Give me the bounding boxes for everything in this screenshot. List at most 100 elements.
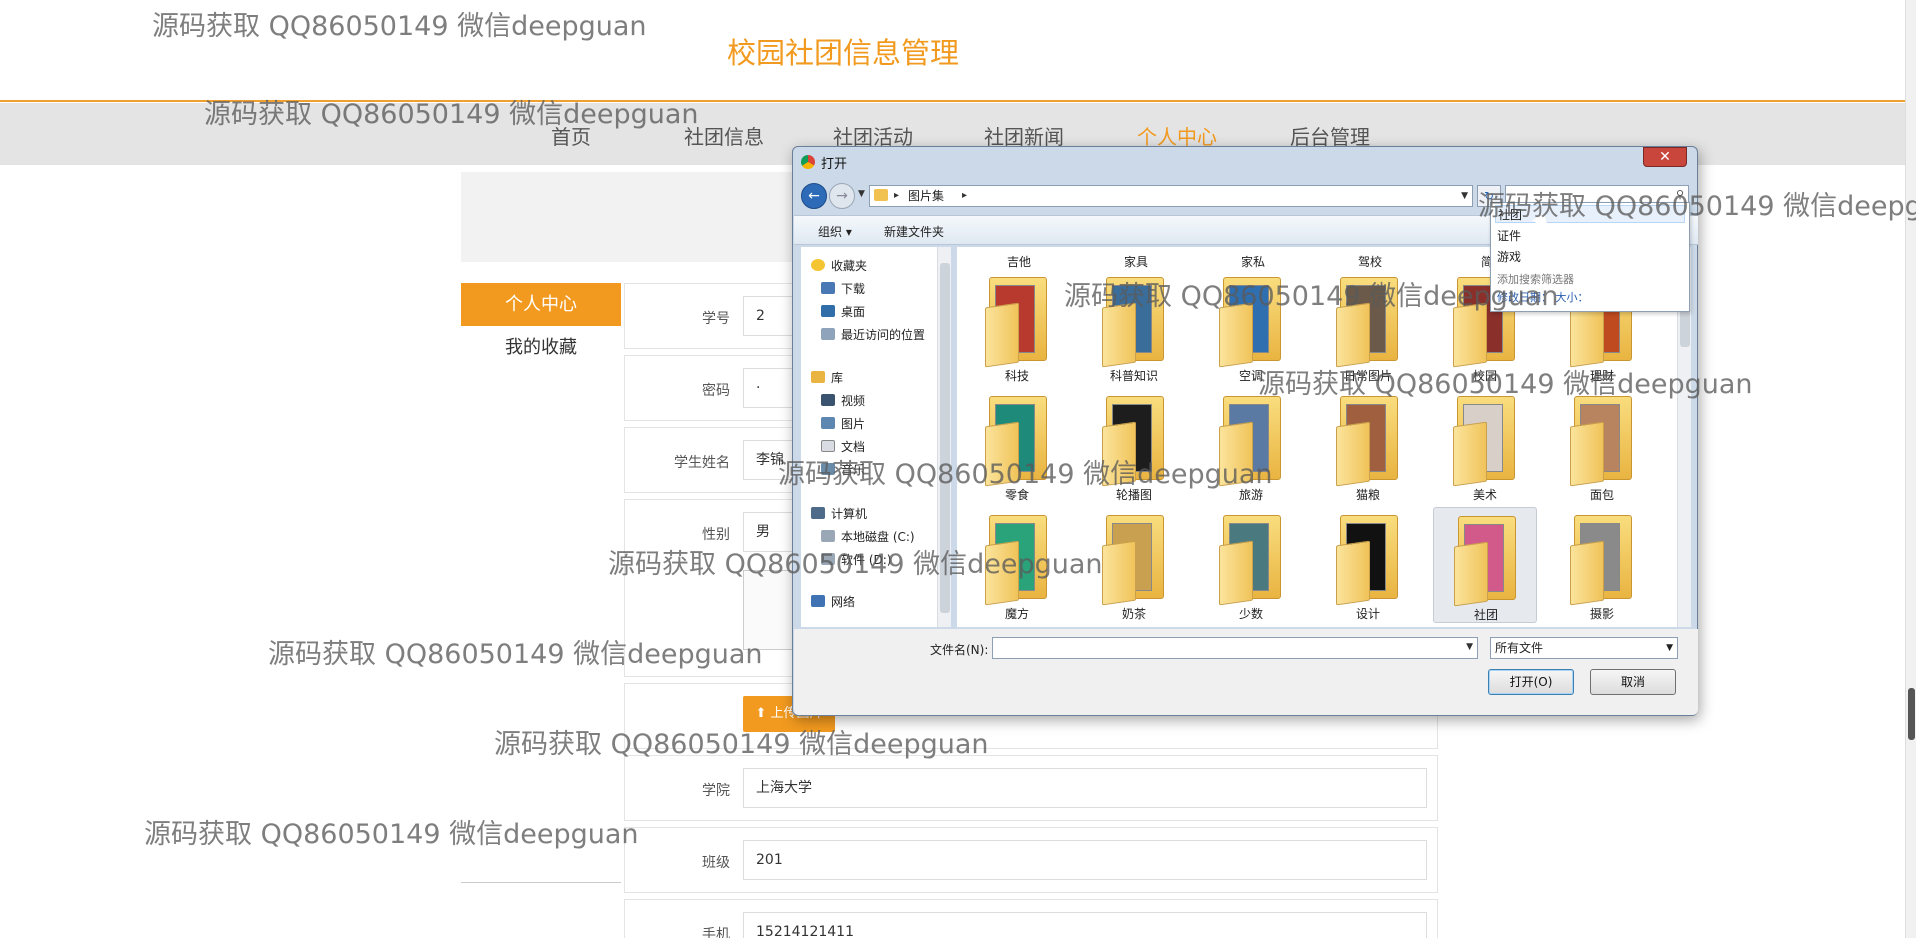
dialog-title: 打开: [821, 157, 848, 172]
folder-flap: [1219, 540, 1253, 606]
tree-item-recent[interactable]: 最近访问的位置: [821, 326, 925, 343]
folder-item[interactable]: 奶茶: [1082, 507, 1186, 623]
folder-flap: [1102, 302, 1136, 368]
tree-label: 视频: [841, 394, 866, 408]
folder-label: 校园: [1472, 369, 1497, 383]
folder-item[interactable]: 少数: [1199, 507, 1303, 623]
suggestion-item[interactable]: 证件: [1495, 227, 1685, 245]
music-icon: [821, 463, 835, 475]
tree-label: 图片: [841, 417, 866, 431]
phone-input[interactable]: 15214121411: [743, 912, 1427, 938]
folder-item[interactable]: 科普知识: [1082, 269, 1186, 385]
folder-item[interactable]: 旅游: [1199, 388, 1303, 504]
filename-input[interactable]: ▼: [992, 637, 1478, 659]
folder-item[interactable]: 社团: [1433, 507, 1537, 623]
tree-item-drive-d[interactable]: 软件 (D:): [821, 551, 891, 568]
tree-item-music[interactable]: 音乐: [821, 461, 865, 478]
tree-libraries[interactable]: 库: [811, 369, 843, 386]
suggestion-item[interactable]: 社团: [1495, 205, 1685, 223]
nav-club-info[interactable]: 社团信息: [684, 121, 764, 150]
folder-item[interactable]: 面包: [1550, 388, 1654, 504]
desktop-icon: [821, 305, 835, 317]
tree-item-downloads[interactable]: 下载: [821, 280, 865, 297]
side-item-favorites[interactable]: 我的收藏: [461, 326, 621, 369]
chevron-down-icon[interactable]: ▼: [1466, 642, 1473, 652]
folder-label: 面包: [1589, 488, 1614, 502]
folder-item[interactable]: 美术: [1433, 388, 1537, 504]
student-id-label: 学号: [702, 311, 730, 327]
tree-item-drive-c[interactable]: 本地磁盘 (C:): [821, 528, 915, 545]
folder-item[interactable]: 轮播图: [1082, 388, 1186, 504]
tree-favorites[interactable]: 收藏夹: [811, 257, 867, 274]
folder-label-partial[interactable]: 家具: [1096, 253, 1176, 270]
navigation-pane: 收藏夹 下载 桌面 最近访问的位置 库 视频 图片 文档 音乐 计算机 本地磁盘…: [801, 247, 951, 627]
folder-flap: [1219, 421, 1253, 487]
folder-label-partial[interactable]: 吉他: [979, 253, 1059, 270]
open-button[interactable]: 打开(O): [1488, 669, 1574, 695]
folder-label: 设计: [1355, 607, 1380, 621]
folder-item[interactable]: 设计: [1316, 507, 1420, 623]
folder-item[interactable]: 科技: [965, 269, 1069, 385]
folder-item[interactable]: 摄影: [1550, 507, 1654, 623]
folder-label-partial[interactable]: 家私: [1213, 253, 1293, 270]
tree-label: 桌面: [841, 305, 866, 319]
folder-item[interactable]: 空调: [1199, 269, 1303, 385]
folder-item[interactable]: 魔方: [965, 507, 1069, 623]
side-item-personal-center[interactable]: 个人中心: [461, 283, 621, 326]
filetype-value: 所有文件: [1495, 641, 1544, 655]
back-arrow-icon[interactable]: ←: [801, 183, 827, 209]
tree-computer[interactable]: 计算机: [811, 505, 867, 522]
folder-label: 美术: [1472, 488, 1497, 502]
college-label: 学院: [702, 783, 730, 799]
tree-network[interactable]: 网络: [811, 593, 855, 610]
tree-item-videos[interactable]: 视频: [821, 392, 865, 409]
folder-label: 摄影: [1589, 607, 1614, 621]
history-dropdown-icon[interactable]: ▼: [858, 189, 865, 199]
page-scrollbar[interactable]: [1905, 0, 1916, 938]
page-scroll-thumb[interactable]: [1908, 688, 1915, 740]
class-input[interactable]: 201: [743, 840, 1427, 880]
form-row-phone: 手机 15214121411: [624, 899, 1438, 938]
filetype-select[interactable]: 所有文件 ▼: [1490, 637, 1678, 659]
tree-item-documents[interactable]: 文档: [821, 438, 865, 455]
folder-flap: [1454, 541, 1488, 607]
tree-item-pictures[interactable]: 图片: [821, 415, 865, 432]
folder-label: 理财: [1589, 369, 1614, 383]
forward-arrow-icon[interactable]: →: [829, 183, 855, 209]
new-folder-button[interactable]: 新建文件夹: [884, 223, 944, 240]
search-filter-links[interactable]: 修改日期： 大小：: [1497, 289, 1589, 305]
breadcrumb-current[interactable]: 图片集: [908, 186, 944, 206]
folder-flap: [985, 421, 1019, 487]
tree-label: 音乐: [841, 463, 866, 477]
breadcrumb[interactable]: ▸ 图片集 ▸ ▼: [869, 185, 1473, 207]
tree-scrollbar[interactable]: [937, 247, 951, 627]
site-header: 校园社团信息管理: [0, 0, 1905, 102]
suggestion-item[interactable]: 游戏: [1495, 248, 1685, 266]
folder-label: 日常图片: [1343, 369, 1392, 383]
folder-item[interactable]: 猫粮: [1316, 388, 1420, 504]
folder-label: 奶茶: [1121, 607, 1146, 621]
nav-home[interactable]: 首页: [551, 121, 591, 150]
folder-flap: [1102, 421, 1136, 487]
folder-item[interactable]: 日常图片: [1316, 269, 1420, 385]
file-scroll-thumb[interactable]: [1680, 307, 1690, 347]
folder-flap: [1336, 302, 1370, 368]
network-icon: [811, 595, 825, 607]
folder-label-partial[interactable]: 驾校: [1330, 253, 1410, 270]
breadcrumb-separator-icon: ▸: [894, 190, 900, 201]
search-icon: ⚲: [1675, 188, 1684, 201]
folder-flap: [1570, 302, 1604, 368]
close-button[interactable]: ✕: [1643, 147, 1687, 167]
cancel-button[interactable]: 取消: [1590, 669, 1676, 695]
folder-item[interactable]: 零食: [965, 388, 1069, 504]
form-row-class: 班级 201: [624, 827, 1438, 893]
chrome-icon: [801, 155, 815, 169]
tree-item-desktop[interactable]: 桌面: [821, 303, 865, 320]
folder-label: 轮播图: [1115, 488, 1152, 502]
college-input[interactable]: 上海大学: [743, 768, 1427, 808]
organize-button[interactable]: 组织 ▾: [818, 223, 852, 240]
chevron-down-icon[interactable]: ▼: [1461, 186, 1468, 206]
folder-label: 空调: [1238, 369, 1263, 383]
tree-scroll-thumb[interactable]: [940, 263, 950, 613]
star-icon: [811, 259, 825, 271]
